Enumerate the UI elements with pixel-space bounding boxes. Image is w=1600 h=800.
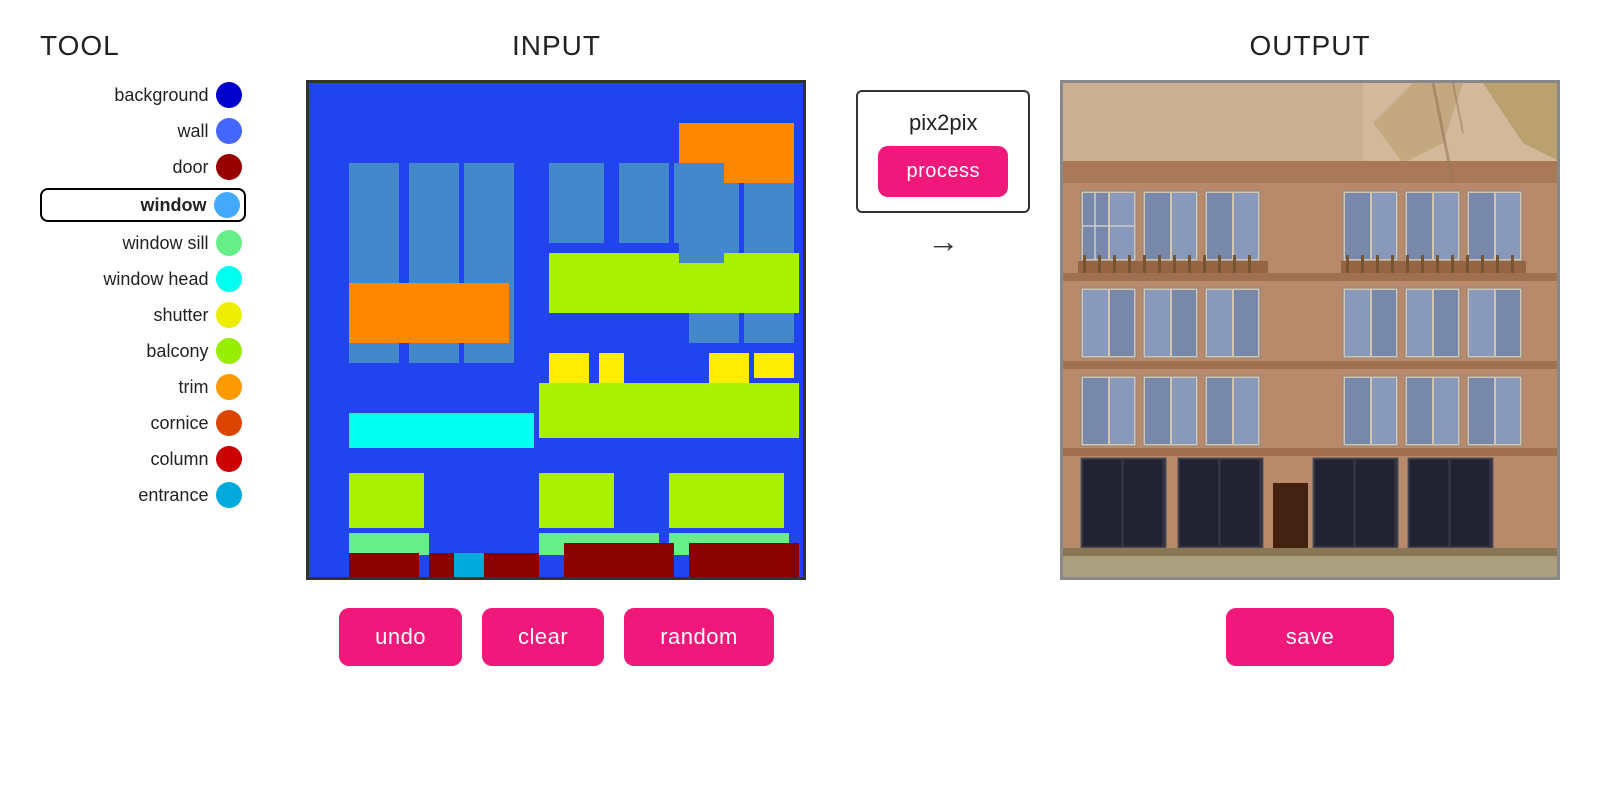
tool-column-label: column [150,449,208,470]
main-layout: TOOL background wall door window window … [0,0,1600,800]
tool-column-color [216,446,242,472]
tool-wall[interactable]: wall [40,116,246,146]
tool-trim-label: trim [178,377,208,398]
tool-window-head[interactable]: window head [40,264,246,294]
tool-door[interactable]: door [40,152,246,182]
output-buttons: save [1060,608,1560,666]
random-button[interactable]: random [624,608,774,666]
tool-trim[interactable]: trim [40,372,246,402]
tool-balcony-color [216,338,242,364]
tool-window-sill[interactable]: window sill [40,228,246,258]
tool-window-sill-label: window sill [122,233,208,254]
pix2pix-box: pix2pix process [856,90,1030,213]
tool-background-color [216,82,242,108]
input-canvas-container[interactable] [306,80,806,580]
output-panel: OUTPUT [1060,30,1560,666]
tool-background-label: background [114,85,208,106]
tool-shutter[interactable]: shutter [40,300,246,330]
tool-window-head-color [216,266,242,292]
tool-panel: TOOL background wall door window window … [40,30,246,516]
process-button[interactable]: process [878,146,1008,197]
clear-button[interactable]: clear [482,608,604,666]
arrow-right-icon: → [927,223,959,260]
tool-wall-color [216,118,242,144]
input-buttons: undo clear random [339,608,774,666]
pix2pix-label: pix2pix [909,110,977,136]
tool-background[interactable]: background [40,80,246,110]
tool-window[interactable]: window [40,188,246,222]
input-title: INPUT [512,30,601,62]
tool-window-label: window [140,195,206,216]
tool-cornice-label: cornice [150,413,208,434]
tool-entrance-label: entrance [138,485,208,506]
tool-balcony[interactable]: balcony [40,336,246,366]
tool-shutter-color [216,302,242,328]
tool-column[interactable]: column [40,444,246,474]
undo-button[interactable]: undo [339,608,462,666]
tool-entrance[interactable]: entrance [40,480,246,510]
tool-wall-label: wall [177,121,208,142]
output-title: OUTPUT [1249,30,1370,62]
tool-door-label: door [172,157,208,178]
tool-shutter-label: shutter [153,305,208,326]
input-panel: INPUT [306,30,806,666]
tool-cornice[interactable]: cornice [40,408,246,438]
tool-door-color [216,154,242,180]
output-facade [1063,83,1560,580]
tool-trim-color [216,374,242,400]
tool-title: TOOL [40,30,120,62]
pix2pix-panel: pix2pix process → [856,90,1030,260]
tool-balcony-label: balcony [146,341,208,362]
output-image-container [1060,80,1560,580]
tool-window-color [214,192,240,218]
tool-window-sill-color [216,230,242,256]
segmentation-map [309,83,806,580]
save-button[interactable]: save [1226,608,1394,666]
tool-window-head-label: window head [103,269,208,290]
tool-cornice-color [216,410,242,436]
tool-entrance-color [216,482,242,508]
